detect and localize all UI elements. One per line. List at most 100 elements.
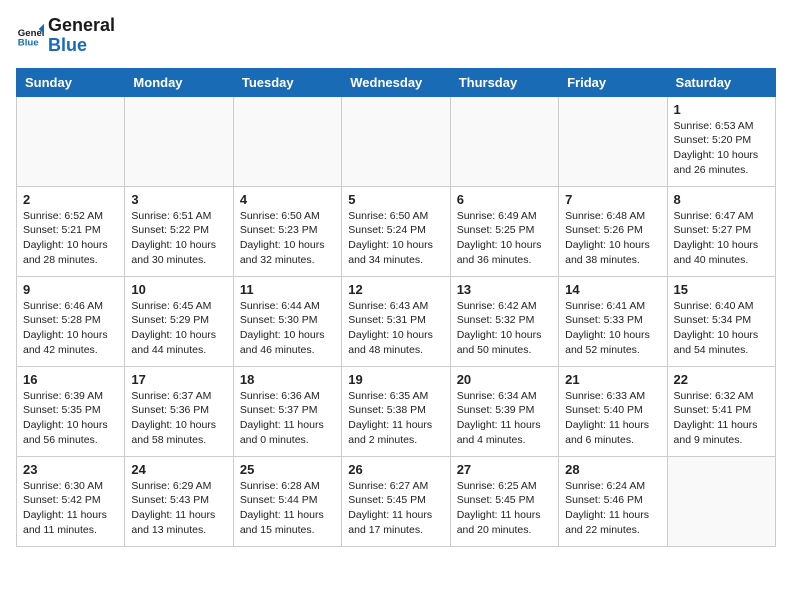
day-number: 12 — [348, 282, 443, 297]
calendar-day-cell — [17, 96, 125, 186]
calendar-day-cell: 11 Sunrise: 6:44 AM Sunset: 5:30 PM Dayli… — [233, 276, 341, 366]
day-info: Sunrise: 6:52 AM Sunset: 5:21 PM Dayligh… — [23, 209, 118, 268]
weekday-header: Tuesday — [233, 68, 341, 96]
day-info: Sunrise: 6:35 AM Sunset: 5:38 PM Dayligh… — [348, 389, 443, 448]
day-number: 23 — [23, 462, 118, 477]
calendar-day-cell: 14 Sunrise: 6:41 AM Sunset: 5:33 PM Dayli… — [559, 276, 667, 366]
calendar-day-cell: 27 Sunrise: 6:25 AM Sunset: 5:45 PM Dayli… — [450, 456, 558, 546]
day-number: 21 — [565, 372, 660, 387]
day-number: 16 — [23, 372, 118, 387]
day-number: 27 — [457, 462, 552, 477]
day-number: 11 — [240, 282, 335, 297]
weekday-header: Saturday — [667, 68, 775, 96]
calendar-week-row: 9 Sunrise: 6:46 AM Sunset: 5:28 PM Daylig… — [17, 276, 776, 366]
day-number: 9 — [23, 282, 118, 297]
calendar-day-cell: 6Sunrise: 6:49 AM Sunset: 5:25 PM Daylig… — [450, 186, 558, 276]
day-number: 19 — [348, 372, 443, 387]
day-number: 10 — [131, 282, 226, 297]
day-number: 3 — [131, 192, 226, 207]
day-number: 28 — [565, 462, 660, 477]
calendar-day-cell: 12 Sunrise: 6:43 AM Sunset: 5:31 PM Dayli… — [342, 276, 450, 366]
calendar-day-cell: 20 Sunrise: 6:34 AM Sunset: 5:39 PM Dayli… — [450, 366, 558, 456]
day-number: 14 — [565, 282, 660, 297]
day-number: 24 — [131, 462, 226, 477]
day-number: 22 — [674, 372, 769, 387]
calendar-day-cell: 2 Sunrise: 6:52 AM Sunset: 5:21 PM Daylig… — [17, 186, 125, 276]
day-info: Sunrise: 6:42 AM Sunset: 5:32 PM Dayligh… — [457, 299, 552, 358]
page-header: General Blue General Blue — [16, 16, 776, 56]
calendar-day-cell: 7 Sunrise: 6:48 AM Sunset: 5:26 PM Daylig… — [559, 186, 667, 276]
day-info: Sunrise: 6:24 AM Sunset: 5:46 PM Dayligh… — [565, 479, 660, 538]
day-info: Sunrise: 6:27 AM Sunset: 5:45 PM Dayligh… — [348, 479, 443, 538]
day-info: Sunrise: 6:32 AM Sunset: 5:41 PM Dayligh… — [674, 389, 769, 448]
calendar-day-cell: 26 Sunrise: 6:27 AM Sunset: 5:45 PM Dayli… — [342, 456, 450, 546]
calendar-day-cell — [125, 96, 233, 186]
day-info: Sunrise: 6:33 AM Sunset: 5:40 PM Dayligh… — [565, 389, 660, 448]
calendar-day-cell: 9 Sunrise: 6:46 AM Sunset: 5:28 PM Daylig… — [17, 276, 125, 366]
weekday-header: Wednesday — [342, 68, 450, 96]
day-info: Sunrise: 6:41 AM Sunset: 5:33 PM Dayligh… — [565, 299, 660, 358]
calendar-day-cell: 13 Sunrise: 6:42 AM Sunset: 5:32 PM Dayli… — [450, 276, 558, 366]
calendar-day-cell: 25Sunrise: 6:28 AM Sunset: 5:44 PM Dayli… — [233, 456, 341, 546]
day-number: 2 — [23, 192, 118, 207]
calendar-table: SundayMondayTuesdayWednesdayThursdayFrid… — [16, 68, 776, 547]
logo-icon: General Blue — [16, 22, 44, 50]
calendar-day-cell: 5Sunrise: 6:50 AM Sunset: 5:24 PM Daylig… — [342, 186, 450, 276]
weekday-header: Friday — [559, 68, 667, 96]
day-info: Sunrise: 6:29 AM Sunset: 5:43 PM Dayligh… — [131, 479, 226, 538]
calendar-day-cell: 21 Sunrise: 6:33 AM Sunset: 5:40 PM Dayli… — [559, 366, 667, 456]
day-info: Sunrise: 6:43 AM Sunset: 5:31 PM Dayligh… — [348, 299, 443, 358]
calendar-day-cell — [450, 96, 558, 186]
calendar-week-row: 16Sunrise: 6:39 AM Sunset: 5:35 PM Dayli… — [17, 366, 776, 456]
calendar-day-cell — [233, 96, 341, 186]
day-number: 26 — [348, 462, 443, 477]
calendar-day-cell: 8 Sunrise: 6:47 AM Sunset: 5:27 PM Daylig… — [667, 186, 775, 276]
day-info: Sunrise: 6:53 AM Sunset: 5:20 PM Dayligh… — [674, 119, 769, 178]
calendar-day-cell: 22 Sunrise: 6:32 AM Sunset: 5:41 PM Dayli… — [667, 366, 775, 456]
calendar-day-cell — [342, 96, 450, 186]
calendar-day-cell: 15Sunrise: 6:40 AM Sunset: 5:34 PM Dayli… — [667, 276, 775, 366]
day-number: 18 — [240, 372, 335, 387]
day-number: 6 — [457, 192, 552, 207]
day-number: 4 — [240, 192, 335, 207]
calendar-day-cell: 1 Sunrise: 6:53 AM Sunset: 5:20 PM Daylig… — [667, 96, 775, 186]
calendar-day-cell: 3 Sunrise: 6:51 AM Sunset: 5:22 PM Daylig… — [125, 186, 233, 276]
day-number: 7 — [565, 192, 660, 207]
day-number: 17 — [131, 372, 226, 387]
calendar-day-cell: 16Sunrise: 6:39 AM Sunset: 5:35 PM Dayli… — [17, 366, 125, 456]
day-info: Sunrise: 6:50 AM Sunset: 5:23 PM Dayligh… — [240, 209, 335, 268]
day-info: Sunrise: 6:46 AM Sunset: 5:28 PM Dayligh… — [23, 299, 118, 358]
calendar-day-cell: 23 Sunrise: 6:30 AM Sunset: 5:42 PM Dayli… — [17, 456, 125, 546]
day-number: 1 — [674, 102, 769, 117]
calendar-day-cell — [559, 96, 667, 186]
day-info: Sunrise: 6:30 AM Sunset: 5:42 PM Dayligh… — [23, 479, 118, 538]
calendar-day-cell: 10 Sunrise: 6:45 AM Sunset: 5:29 PM Dayli… — [125, 276, 233, 366]
day-info: Sunrise: 6:25 AM Sunset: 5:45 PM Dayligh… — [457, 479, 552, 538]
weekday-header: Thursday — [450, 68, 558, 96]
day-number: 13 — [457, 282, 552, 297]
calendar-day-cell: 24 Sunrise: 6:29 AM Sunset: 5:43 PM Dayli… — [125, 456, 233, 546]
weekday-header: Monday — [125, 68, 233, 96]
calendar-day-cell: 4 Sunrise: 6:50 AM Sunset: 5:23 PM Daylig… — [233, 186, 341, 276]
calendar-day-cell — [667, 456, 775, 546]
calendar-week-row: 23 Sunrise: 6:30 AM Sunset: 5:42 PM Dayli… — [17, 456, 776, 546]
day-info: Sunrise: 6:45 AM Sunset: 5:29 PM Dayligh… — [131, 299, 226, 358]
day-info: Sunrise: 6:34 AM Sunset: 5:39 PM Dayligh… — [457, 389, 552, 448]
day-info: Sunrise: 6:50 AM Sunset: 5:24 PM Dayligh… — [348, 209, 443, 268]
calendar-header-row: SundayMondayTuesdayWednesdayThursdayFrid… — [17, 68, 776, 96]
day-info: Sunrise: 6:44 AM Sunset: 5:30 PM Dayligh… — [240, 299, 335, 358]
weekday-header: Sunday — [17, 68, 125, 96]
day-number: 8 — [674, 192, 769, 207]
day-number: 15 — [674, 282, 769, 297]
day-info: Sunrise: 6:47 AM Sunset: 5:27 PM Dayligh… — [674, 209, 769, 268]
calendar-day-cell: 18 Sunrise: 6:36 AM Sunset: 5:37 PM Dayli… — [233, 366, 341, 456]
day-number: 20 — [457, 372, 552, 387]
day-info: Sunrise: 6:37 AM Sunset: 5:36 PM Dayligh… — [131, 389, 226, 448]
day-info: Sunrise: 6:28 AM Sunset: 5:44 PM Dayligh… — [240, 479, 335, 538]
svg-text:Blue: Blue — [18, 37, 39, 48]
day-info: Sunrise: 6:36 AM Sunset: 5:37 PM Dayligh… — [240, 389, 335, 448]
calendar-day-cell: 19 Sunrise: 6:35 AM Sunset: 5:38 PM Dayli… — [342, 366, 450, 456]
day-info: Sunrise: 6:48 AM Sunset: 5:26 PM Dayligh… — [565, 209, 660, 268]
calendar-day-cell: 28 Sunrise: 6:24 AM Sunset: 5:46 PM Dayli… — [559, 456, 667, 546]
day-info: Sunrise: 6:51 AM Sunset: 5:22 PM Dayligh… — [131, 209, 226, 268]
